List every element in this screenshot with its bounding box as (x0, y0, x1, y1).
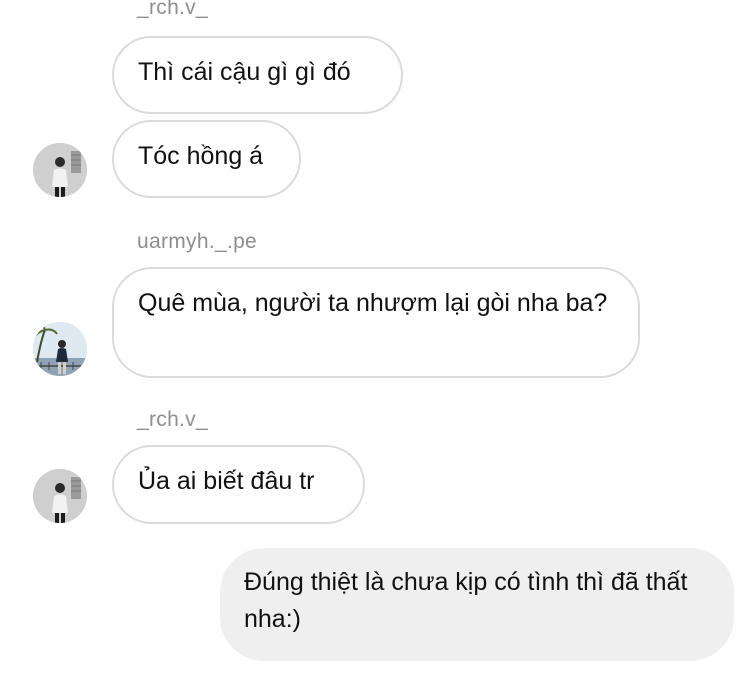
avatar[interactable] (33, 469, 87, 523)
sender-username[interactable]: _rch.v_ (137, 408, 208, 432)
message-bubble[interactable]: Tóc hồng á (112, 120, 301, 198)
message-bubble[interactable]: Ủa ai biết đâu tr (112, 445, 365, 524)
sender-username[interactable]: _rch.v_ (137, 0, 208, 20)
message-text: Thì cái cậu gì gì đó (138, 58, 351, 86)
avatar[interactable] (33, 143, 87, 197)
avatar[interactable] (33, 322, 87, 376)
person-photo-icon (33, 143, 87, 197)
message-text: Quê mùa, người ta nhượm lại gòi nha ba? (138, 289, 608, 317)
person-photo-icon (33, 322, 87, 376)
message-text: Đúng thiệt là chưa kịp có tình thì đã th… (244, 568, 688, 633)
message-bubble[interactable]: Thì cái cậu gì gì đó (112, 36, 403, 114)
sender-username[interactable]: uarmyh._.pe (137, 230, 257, 254)
message-bubble[interactable]: Quê mùa, người ta nhượm lại gòi nha ba? (112, 267, 640, 378)
message-text: Tóc hồng á (138, 142, 264, 170)
message-text: Ủa ai biết đâu tr (138, 467, 315, 495)
message-bubble-outgoing[interactable]: Đúng thiệt là chưa kịp có tình thì đã th… (220, 548, 734, 661)
person-photo-icon (33, 469, 87, 523)
